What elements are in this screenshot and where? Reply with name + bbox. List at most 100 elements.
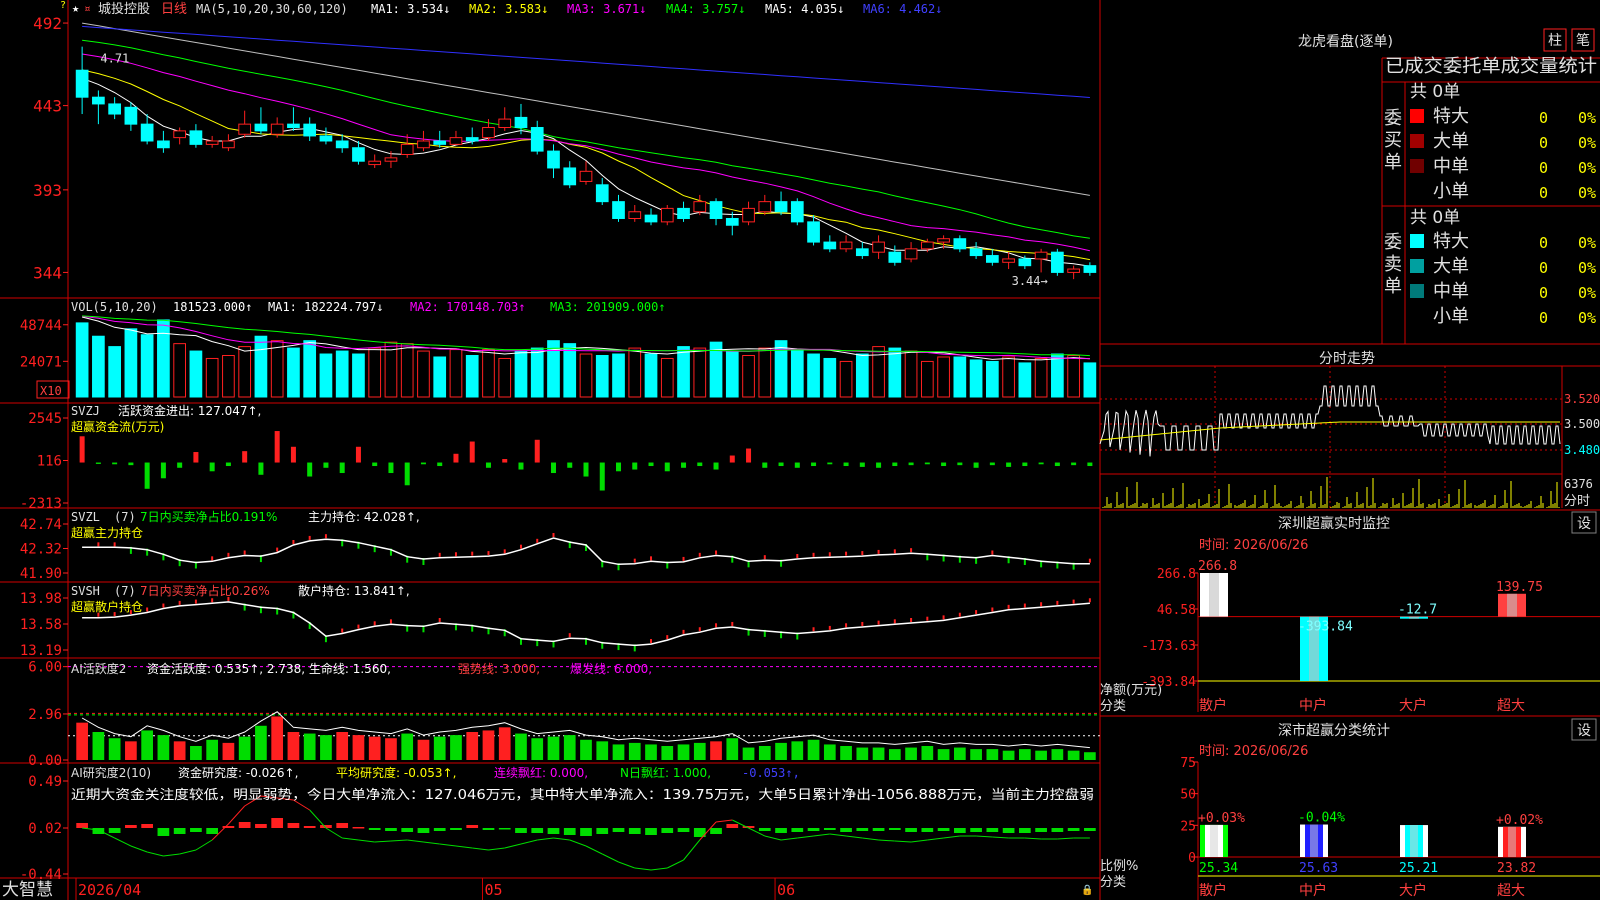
research-bar[interactable]: [710, 828, 722, 834]
activity-bar[interactable]: [401, 733, 414, 760]
candle-down[interactable]: [514, 116, 528, 129]
candle-up[interactable]: [579, 170, 593, 182]
flow-bar-out[interactable]: [307, 462, 313, 477]
flow-bar-out[interactable]: [583, 462, 589, 477]
candle-down[interactable]: [157, 140, 170, 149]
vol-bar-down[interactable]: [514, 350, 528, 398]
activity-bar[interactable]: [888, 749, 901, 760]
flow-bar-out[interactable]: [794, 462, 800, 468]
intraday-panel[interactable]: 分时走势 3.520 3.500 3.480 6376 分时: [1099, 351, 1600, 509]
volume-chart[interactable]: [75, 315, 1097, 398]
research-bar[interactable]: [92, 828, 105, 834]
ai-research-chart[interactable]: [76, 795, 1096, 871]
activity-bar[interactable]: [108, 738, 121, 760]
activity-bar[interactable]: [726, 738, 739, 760]
candle-down[interactable]: [855, 248, 869, 257]
vol-bar-down[interactable]: [352, 353, 365, 398]
research-bar[interactable]: [645, 828, 657, 835]
activity-bar[interactable]: [336, 732, 349, 760]
activity-bar[interactable]: [271, 716, 284, 760]
vol-bar-up[interactable]: [937, 356, 950, 398]
flow-bar-out[interactable]: [1087, 462, 1093, 467]
candle-down[interactable]: [189, 130, 203, 145]
research-bar[interactable]: [970, 828, 982, 832]
activity-bar[interactable]: [823, 744, 836, 760]
candle-up[interactable]: [660, 207, 674, 223]
flow-bar-out[interactable]: [924, 462, 930, 465]
candle-down[interactable]: [92, 96, 105, 105]
activity-bar[interactable]: [222, 742, 235, 760]
research-bar[interactable]: [1067, 828, 1080, 831]
vol-bar-down[interactable]: [969, 359, 983, 398]
vol-bar-down[interactable]: [254, 335, 268, 398]
candle-down[interactable]: [547, 150, 560, 169]
research-bar[interactable]: [125, 825, 137, 828]
activity-bar[interactable]: [986, 749, 999, 760]
flow-bar-out[interactable]: [827, 462, 833, 465]
activity-bar[interactable]: [693, 742, 706, 760]
vol-bar-up[interactable]: [1034, 357, 1048, 398]
research-bar[interactable]: [677, 828, 690, 832]
candle-up[interactable]: [742, 207, 755, 223]
research-bar[interactable]: [433, 828, 446, 831]
activity-bar[interactable]: [498, 727, 511, 760]
research-bar[interactable]: [953, 828, 966, 833]
flow-bar-out[interactable]: [876, 462, 882, 468]
flow-bar-out[interactable]: [989, 462, 995, 466]
research-bar[interactable]: [401, 828, 414, 832]
candle-down[interactable]: [335, 140, 349, 149]
flow-bar-out[interactable]: [177, 462, 183, 468]
research-bar[interactable]: [856, 828, 869, 831]
research-bar[interactable]: [986, 828, 999, 832]
research-bar[interactable]: [726, 824, 739, 828]
activity-bar[interactable]: [287, 732, 300, 760]
activity-bar[interactable]: [255, 725, 267, 760]
candle-down[interactable]: [319, 135, 333, 142]
flow-bar-in[interactable]: [453, 453, 459, 463]
candle-up[interactable]: [1034, 251, 1048, 260]
activity-bar[interactable]: [433, 736, 446, 760]
flow-bar-out[interactable]: [973, 462, 979, 468]
activity-bar[interactable]: [921, 746, 934, 760]
research-bar[interactable]: [141, 824, 153, 828]
flow-bar-out[interactable]: [323, 462, 329, 468]
flow-bar-out[interactable]: [1054, 462, 1060, 467]
activity-bar[interactable]: [320, 735, 332, 760]
vol-bar-down[interactable]: [953, 356, 967, 398]
activity-bar[interactable]: [953, 747, 966, 760]
activity-bar[interactable]: [1019, 749, 1031, 760]
flow-bar-out[interactable]: [1071, 462, 1077, 466]
research-bar[interactable]: [888, 828, 901, 830]
candle-down[interactable]: [677, 207, 690, 219]
research-bar[interactable]: [547, 828, 560, 834]
activity-bar[interactable]: [872, 747, 885, 760]
vol-bar-up[interactable]: [660, 357, 674, 398]
research-bar[interactable]: [515, 828, 527, 833]
research-bar[interactable]: [823, 828, 836, 830]
flow-bar-in[interactable]: [502, 459, 508, 463]
vol-bar-up[interactable]: [205, 357, 219, 398]
research-bar[interactable]: [385, 828, 397, 831]
flow-bar-out[interactable]: [339, 462, 345, 474]
flow-bar-in[interactable]: [274, 431, 280, 463]
research-bar[interactable]: [255, 824, 267, 828]
svzl-chart[interactable]: [82, 533, 1091, 571]
vol-bar-up[interactable]: [758, 347, 772, 398]
activity-bar[interactable]: [531, 738, 544, 760]
vol-bar-down[interactable]: [1083, 362, 1097, 398]
vol-bar-down[interactable]: [612, 353, 625, 398]
research-bar[interactable]: [937, 828, 950, 831]
candle-up[interactable]: [872, 241, 885, 253]
activity-bar[interactable]: [970, 749, 982, 760]
flow-bar-out[interactable]: [518, 462, 524, 470]
candle-up[interactable]: [368, 160, 382, 166]
research-bar[interactable]: [580, 828, 592, 836]
research-bar[interactable]: [905, 828, 917, 832]
candle-down[interactable]: [124, 106, 138, 125]
flow-bar-out[interactable]: [681, 462, 687, 468]
flow-bar-out[interactable]: [778, 462, 784, 467]
research-bar[interactable]: [76, 823, 88, 828]
vol-bar-down[interactable]: [725, 350, 739, 398]
candle-down[interactable]: [725, 217, 739, 226]
candle-up[interactable]: [270, 123, 284, 135]
